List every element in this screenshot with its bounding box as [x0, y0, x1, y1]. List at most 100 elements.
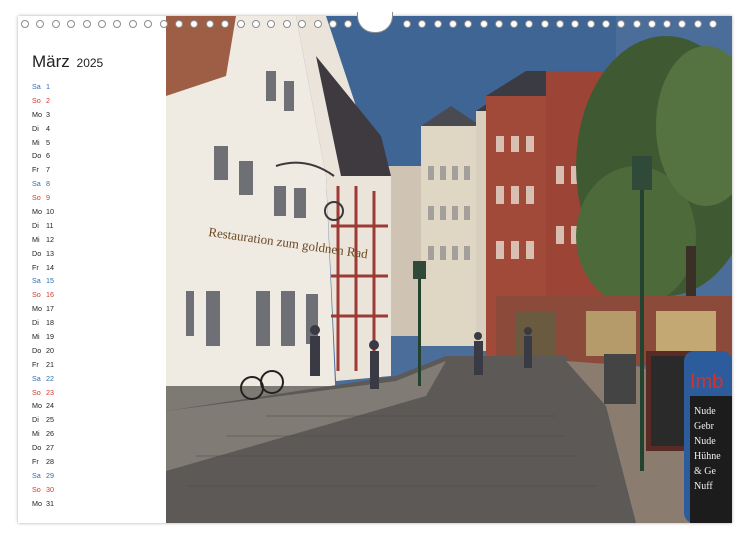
day-row: Sa 8: [32, 177, 152, 191]
day-row: Di 25: [32, 413, 152, 427]
binding-hole: [159, 20, 168, 28]
binding-hole: [128, 20, 137, 28]
weekday-label: Di: [32, 220, 39, 230]
day-row: Di 4: [32, 122, 152, 136]
binding-hole: [51, 20, 60, 28]
month-name: März: [32, 52, 70, 71]
weekday-label: Mi: [32, 234, 40, 244]
day-row: Mo 31: [32, 497, 152, 511]
day-row: Mo 10: [32, 205, 152, 219]
binding-hole: [448, 20, 457, 28]
board-text-line: & Ge: [694, 466, 717, 477]
weekday-label: Di: [32, 123, 39, 133]
day-row: Mo 17: [32, 302, 152, 316]
day-number: 16: [46, 290, 54, 300]
binding-hole: [221, 20, 230, 28]
binding-hole: [540, 20, 549, 28]
binding-hole: [236, 20, 245, 28]
binding-hole: [282, 20, 291, 28]
day-number: 29: [46, 470, 54, 480]
binding-hole: [678, 20, 687, 28]
binding-hole: [82, 20, 91, 28]
day-number: 13: [46, 248, 54, 258]
day-row: So 16: [32, 288, 152, 302]
day-number: 18: [46, 318, 54, 328]
binding-hole: [693, 20, 702, 28]
day-row: Fr 14: [32, 261, 152, 275]
binding-hole: [67, 20, 76, 28]
day-number: 11: [46, 220, 54, 230]
binding-hole: [252, 20, 260, 28]
weekday-label: Sa: [32, 82, 41, 91]
day-number: 21: [46, 359, 54, 369]
day-number: 22: [46, 373, 54, 383]
day-number: 6: [46, 151, 50, 161]
board-text-line: Nude: [694, 436, 716, 447]
day-number: 14: [46, 262, 54, 272]
street-scene: Restauration zum goldnen Rad Imb NudeGeb…: [166, 16, 732, 523]
weekday-label: So: [32, 387, 41, 397]
calendar-page: März 2025 Sa 1 So 2 Mo 3 Di 4 Mi 5 Do 6 Fr 7 Sa 8 So 9 Mo 1…: [18, 12, 732, 523]
imbiss-sign: Imb: [690, 371, 723, 393]
weekday-label: Mi: [32, 137, 40, 147]
weekday-label: Mo: [32, 401, 42, 411]
weekday-label: Sa: [32, 373, 41, 383]
binding-hole: [479, 20, 488, 28]
day-number: 30: [46, 484, 54, 494]
day-number: 10: [46, 207, 54, 217]
weekday-label: Sa: [32, 470, 41, 480]
binding-hole: [298, 20, 307, 28]
day-number: 7: [46, 165, 50, 175]
board-text-line: Nude: [694, 406, 716, 417]
day-row: Di 11: [32, 219, 152, 233]
day-number: 20: [46, 345, 54, 355]
binding-hole: [267, 20, 276, 28]
day-row: Mi 26: [32, 427, 152, 441]
day-row: Mo 24: [32, 399, 152, 413]
day-number: 27: [46, 443, 54, 453]
binding-hole: [433, 20, 442, 28]
binding-hole: [510, 20, 519, 28]
day-number: 25: [46, 415, 54, 425]
board-text-line: Nuff: [694, 481, 713, 492]
binding-hole: [144, 20, 153, 28]
day-number: 26: [46, 429, 54, 439]
day-row: Do 20: [32, 344, 152, 358]
weekday-label: Mi: [32, 332, 40, 342]
day-number: 12: [46, 234, 54, 244]
day-number: 2: [46, 95, 50, 105]
day-row: Mo 3: [32, 108, 152, 122]
day-row: Do 27: [32, 441, 152, 455]
day-number: 3: [46, 109, 50, 119]
day-row: Mi 12: [32, 233, 152, 247]
day-row: So 2: [32, 94, 152, 108]
day-row: So 30: [32, 483, 152, 497]
year-label: 2025: [76, 56, 104, 70]
weekday-label: Do: [32, 443, 42, 453]
binding-hole: [571, 20, 580, 28]
day-number: 28: [46, 457, 54, 467]
binding-hole: [205, 20, 214, 28]
calendar-panel: März 2025 Sa 1 So 2 Mo 3 Di 4 Mi 5 Do 6 Fr 7 Sa 8 So 9 Mo 1…: [18, 16, 166, 523]
weekday-label: Mi: [32, 429, 40, 439]
day-number: 15: [46, 276, 54, 286]
day-number: 4: [46, 123, 50, 133]
day-number: 19: [46, 332, 54, 342]
weekday-label: Sa: [32, 276, 41, 286]
weekday-label: Mo: [32, 304, 42, 314]
day-row: Fr 7: [32, 163, 152, 177]
binding-hole: [329, 20, 337, 28]
weekday-label: Do: [32, 248, 42, 258]
weekday-label: Di: [32, 415, 39, 425]
day-row: Sa 29: [32, 469, 152, 483]
weekday-label: So: [32, 193, 41, 203]
day-list: Sa 1 So 2 Mo 3 Di 4 Mi 5 Do 6 Fr 7 Sa 8 So 9 Mo 10 Di 11 Mi 12 D…: [32, 80, 152, 511]
binding-hole: [313, 20, 322, 28]
day-row: Di 18: [32, 316, 152, 330]
weekday-label: Fr: [32, 359, 39, 369]
day-row: Sa 15: [32, 274, 152, 288]
binding-hole: [617, 20, 626, 28]
day-number: 23: [46, 387, 54, 397]
street-photo: Restauration zum goldnen Rad Imb Nude Ge…: [166, 16, 732, 523]
binding-hole: [494, 20, 503, 28]
